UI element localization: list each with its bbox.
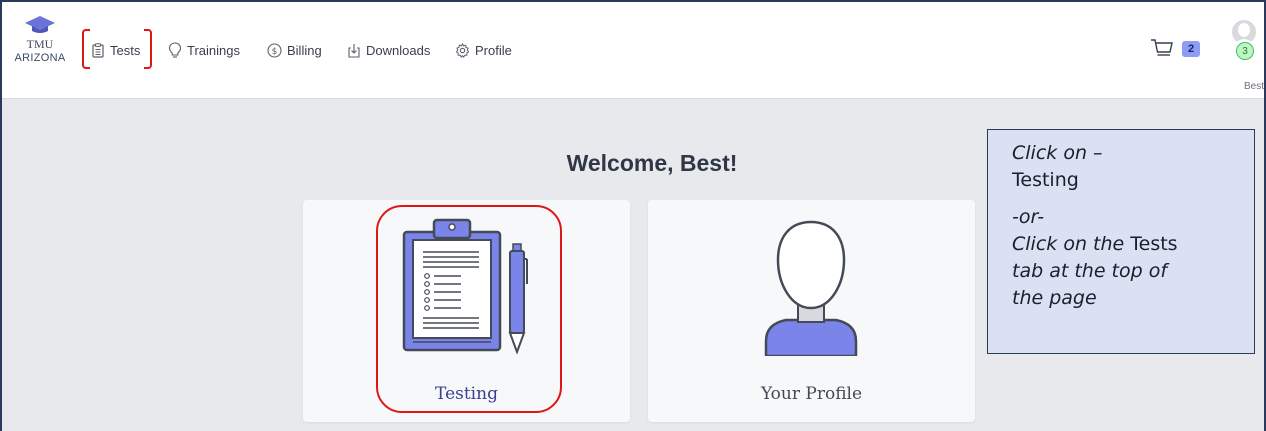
instruction-callout: Click on – Testing -or- Click on the Tes… [987,129,1255,354]
callout-line4-prefix: Click on the [1012,233,1131,255]
your-profile-card[interactable]: Your Profile [648,200,975,422]
dollar-circle-icon: $ [267,42,282,58]
callout-line6: the page [1012,287,1097,309]
download-icon [348,43,360,58]
tests-highlight-left [82,29,90,69]
callout-line4: Click on the Tests [1012,231,1254,258]
nav-tests[interactable]: Tests [91,40,140,60]
person-illustration [764,220,858,356]
callout-line3: -or- [1012,206,1045,228]
testing-card-label: Testing [435,384,498,404]
testing-card[interactable]: Testing [303,200,630,422]
nav-downloads[interactable]: Downloads [347,40,430,60]
callout-line1: Click on – [1012,142,1103,164]
lightbulb-icon [168,42,182,58]
nav-trainings[interactable]: Trainings [168,40,240,60]
nav-trainings-label: Trainings [187,42,240,58]
cart-count-badge: 2 [1182,41,1201,57]
nav-billing-label: Billing [287,42,322,58]
nav-profile[interactable]: Profile [455,40,512,60]
graduation-cap-icon [25,16,55,33]
cart-icon [1151,39,1173,56]
clipboard-icon [92,42,104,58]
tmu-logo[interactable]: TMU ARIZONA [10,16,70,65]
callout-line2: Testing [1012,169,1079,191]
welcome-heading: Welcome, Best! [566,150,738,176]
your-profile-card-label: Your Profile [760,384,863,404]
logo-line2: ARIZONA [14,52,66,64]
nav-billing[interactable]: $ Billing [267,40,322,60]
nav-downloads-label: Downloads [366,42,431,58]
callout-line4-strong: Tests [1130,233,1178,255]
logo-line1: TMU [26,37,54,51]
notification-badge: 3 [1236,42,1254,60]
top-navbar: TMU ARIZONA Tests Trainings $ Billing Do… [2,2,1264,99]
gear-icon [455,42,470,58]
svg-text:$: $ [272,47,278,57]
user-name: Best [1243,81,1264,92]
callout-line5: tab at the top of [1012,260,1168,282]
tests-highlight-right [144,29,152,69]
clipboard-illustration [402,218,528,354]
nav-tests-label: Tests [110,42,141,58]
nav-profile-label: Profile [475,42,512,58]
cart-button[interactable]: 2 [1150,38,1201,60]
user-menu[interactable]: 3 Best [1224,20,1264,92]
